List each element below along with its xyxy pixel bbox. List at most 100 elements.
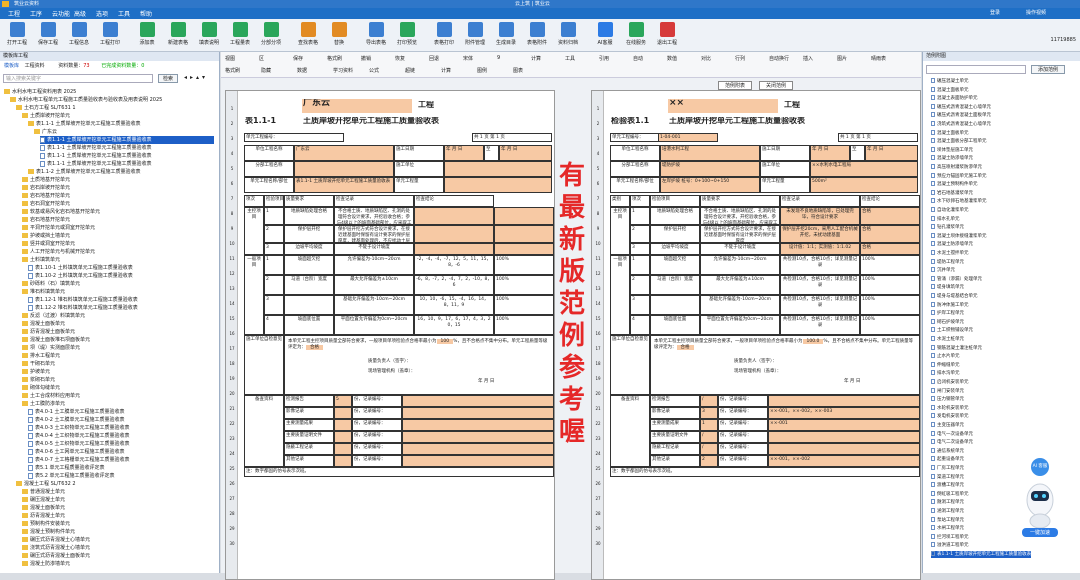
example-item[interactable]: 起重设备单元 [931, 456, 964, 463]
editor-tool2-3[interactable]: 学习资料 [333, 67, 353, 74]
right-menu-1[interactable]: 操作视频 [1026, 9, 1046, 16]
toolbar-button-1[interactable]: 保存工程 [33, 22, 63, 50]
tree-item[interactable]: 岩石洞室开挖单元 [22, 200, 70, 208]
add-example-button[interactable]: 添加范例 [1031, 65, 1065, 74]
tree-item[interactable]: 预制构件安装单元 [22, 520, 70, 528]
example-item[interactable]: 混凝土预制构件单元 [931, 181, 978, 188]
example-item[interactable]: 混凝土面板单元 [931, 86, 969, 94]
example-item[interactable]: 闸门安装单元 [931, 387, 964, 395]
example-item[interactable]: 厂房工程单元 [931, 465, 964, 472]
menu-item-4[interactable]: 选项 [96, 9, 108, 18]
arrow-icons[interactable]: ◂▸▴▾ [184, 74, 208, 81]
example-item[interactable]: 钻孔灌浆单元 [931, 224, 964, 231]
tree-item[interactable]: 干砌石单元 [22, 360, 55, 368]
toolbar-button-14[interactable]: 附件管理 [460, 22, 490, 50]
tree-item[interactable]: 表4.0-6 土工网单元工程施工质量验收表 [28, 448, 125, 456]
right-menu-0[interactable]: 登录 [990, 9, 1000, 16]
tree-item[interactable]: 混凝土面板堆石坝面板单元 [22, 336, 90, 344]
editor-tool-6[interactable]: 回退 [429, 55, 439, 62]
tree-item[interactable]: 普通混凝土单元 [22, 488, 65, 496]
tree-item[interactable]: 表1.12-1 堆石料填筑单元工程施工质量验收表 [28, 296, 138, 304]
example-item[interactable]: 渠道工程单元 [931, 473, 964, 481]
tree-item[interactable]: 排水工程单元 [22, 352, 60, 360]
editor-tool-18[interactable]: 图片 [837, 55, 847, 62]
toolbar-button-6[interactable]: 填表说明 [194, 22, 224, 50]
editor-tool-2[interactable]: 保存 [293, 55, 303, 62]
toolbar-button-4[interactable]: 添加表 [132, 22, 162, 50]
search-input[interactable]: 输入搜索关键字 [3, 74, 153, 83]
editor-tool2-0[interactable]: 格式刷 [225, 67, 240, 74]
example-item[interactable]: 碾压式沥青混凝土心墙单元 [931, 103, 991, 111]
tree-item[interactable]: 表1.1-1 土质岸坡开挖单元工程施工质量验收表 [40, 152, 152, 160]
example-item[interactable]: 管涌（渗漏）处理单元 [931, 275, 982, 283]
example-item[interactable]: 混凝土面板单元 [931, 129, 969, 137]
tree-item[interactable]: 表4.0-5 土工织物单元工程施工质量验收表 [28, 440, 130, 448]
tree-item[interactable]: 表1.1-1 土质岸坡开挖单元工程施工质量验收表 [40, 144, 152, 152]
tree-item[interactable]: 土工合成材料应用单元 [22, 392, 80, 400]
editor-tool2-7[interactable]: 图例 [477, 67, 487, 74]
tree-item[interactable]: 表5.2 单元工程施工质量验收评定表 [28, 472, 115, 480]
tree-item[interactable]: 表1.1-1 土质岸坡开挖单元工程施工质量验收表 [28, 120, 141, 128]
tree-item[interactable]: 竖井或洞室开挖单元 [22, 240, 75, 248]
tree-item[interactable]: 混凝土面板单元 [22, 504, 65, 512]
example-item[interactable]: 混凝土表面防护单元 [931, 95, 978, 102]
editor-tool-17[interactable]: 插入 [803, 55, 813, 62]
example-item[interactable]: 止水片单元 [931, 353, 960, 360]
toolbar-button-17[interactable]: 资料归档 [553, 22, 583, 50]
menu-item-2[interactable]: 云功能 [52, 9, 70, 18]
tree-item[interactable]: 坝（堤）实测面层单元 [22, 344, 80, 352]
editor-tool2-6[interactable]: 计算 [441, 67, 451, 74]
tree-item[interactable]: 碾压式沥青混凝土面板单元 [22, 552, 90, 560]
tree-item[interactable]: 表1.10-1 土料填筑单元工程施工质量验收表 [28, 264, 133, 272]
tree-item[interactable]: 土石方工程 SL/T631 1 [16, 104, 76, 112]
tree-item[interactable]: 碾压式沥青混凝土心墙单元 [22, 536, 90, 544]
editor-tool2-4[interactable]: 公式 [369, 67, 379, 74]
editor-tool-13[interactable]: 数值 [667, 55, 677, 62]
tree-item[interactable]: 沥青混凝土面板单元 [22, 328, 75, 336]
tree-item[interactable]: 土料填筑单元 [22, 256, 60, 264]
example-item[interactable]: 排水沟单元 [931, 370, 960, 377]
example-item[interactable]: 坝体垫层施工单元 [931, 146, 973, 154]
example-item[interactable]: 主变压器单元 [931, 422, 964, 429]
example-item[interactable]: 堤防工程单元 [931, 258, 964, 266]
editor-tool-9[interactable]: 计算 [531, 55, 541, 62]
tree-item[interactable]: 沥青混凝土单元 [22, 512, 65, 520]
toolbar-button-3[interactable]: 工程打印 [95, 22, 125, 50]
example-item[interactable]: 水泥土搅拌单元 [931, 250, 969, 257]
tree-item[interactable]: 浆砌石单元 [22, 376, 55, 384]
editor-tool2-8[interactable]: 图表 [513, 67, 523, 74]
tree-item[interactable]: 表1.1-2 土质岸坡开挖单元工程施工质量验收表 [28, 168, 141, 176]
toolbar-button-5[interactable]: 新建表格 [163, 22, 193, 50]
example-item[interactable]: 水泥土桩单元 [931, 336, 964, 343]
tree-item[interactable]: 表5.1 单元工程质量验收评定表 [28, 464, 105, 472]
example-item[interactable]: 混凝土防渗墙单元 [931, 241, 973, 248]
example-item[interactable]: 防冲体施工单元 [931, 301, 969, 309]
toolbar-button-9[interactable]: 查找表格 [293, 22, 323, 50]
example-item[interactable]: 浇筑式沥青混凝土心墙单元 [931, 121, 991, 128]
tree-item[interactable]: 软基或易风化岩石地基开挖单元 [22, 208, 100, 216]
search-button[interactable]: 检索 [158, 74, 178, 83]
toolbar-button-15[interactable]: 生成目录 [491, 22, 521, 50]
tree-item[interactable]: 表1.1-1 土质岸坡开挖单元工程施工质量验收表 [40, 136, 214, 144]
menu-item-6[interactable]: 帮助 [140, 9, 152, 18]
example-item[interactable]: 护岸工程单元 [931, 310, 964, 317]
example-item[interactable]: 倒虹吸工程单元 [931, 490, 969, 498]
example-item[interactable]: 伸缩缝单元 [931, 361, 960, 369]
editor-tool-11[interactable]: 引用 [599, 55, 609, 62]
toolbar-button-20[interactable]: 退出工程 [652, 22, 682, 50]
example-item[interactable]: 堤身与堤基结合单元 [931, 293, 978, 300]
editor-tool-14[interactable]: 对比 [701, 55, 711, 62]
toolbar-button-18[interactable]: AI客服 [590, 22, 620, 50]
example-item[interactable]: 压力钢管单元 [931, 396, 964, 403]
editor-tool2-1[interactable]: 隐藏 [261, 67, 271, 74]
example-item[interactable]: 高压喷射灌浆防渗单元 [931, 164, 982, 171]
tree-item[interactable]: 表4.0-4 土工织物单元工程施工质量验收表 [28, 432, 130, 440]
tree-item[interactable]: 堆石料填筑单元 [22, 288, 65, 296]
example-item[interactable]: 表1.1-1 土质岸坡开挖单元工程施工质量验收表 [931, 551, 1032, 558]
toolbar-button-2[interactable]: 工程信息 [64, 22, 94, 50]
tree-item[interactable]: 护坡单元 [22, 368, 50, 376]
tree-item[interactable]: 水利水电工程单元工程施工质量验收表与验收表及用表说明 2025 [10, 96, 162, 104]
tree-item[interactable]: 平洞开挖单元或洞室开挖单元 [22, 224, 95, 232]
example-item[interactable]: 泵站工程单元 [931, 516, 964, 524]
editor-tool-0[interactable]: 视图 [225, 55, 235, 62]
